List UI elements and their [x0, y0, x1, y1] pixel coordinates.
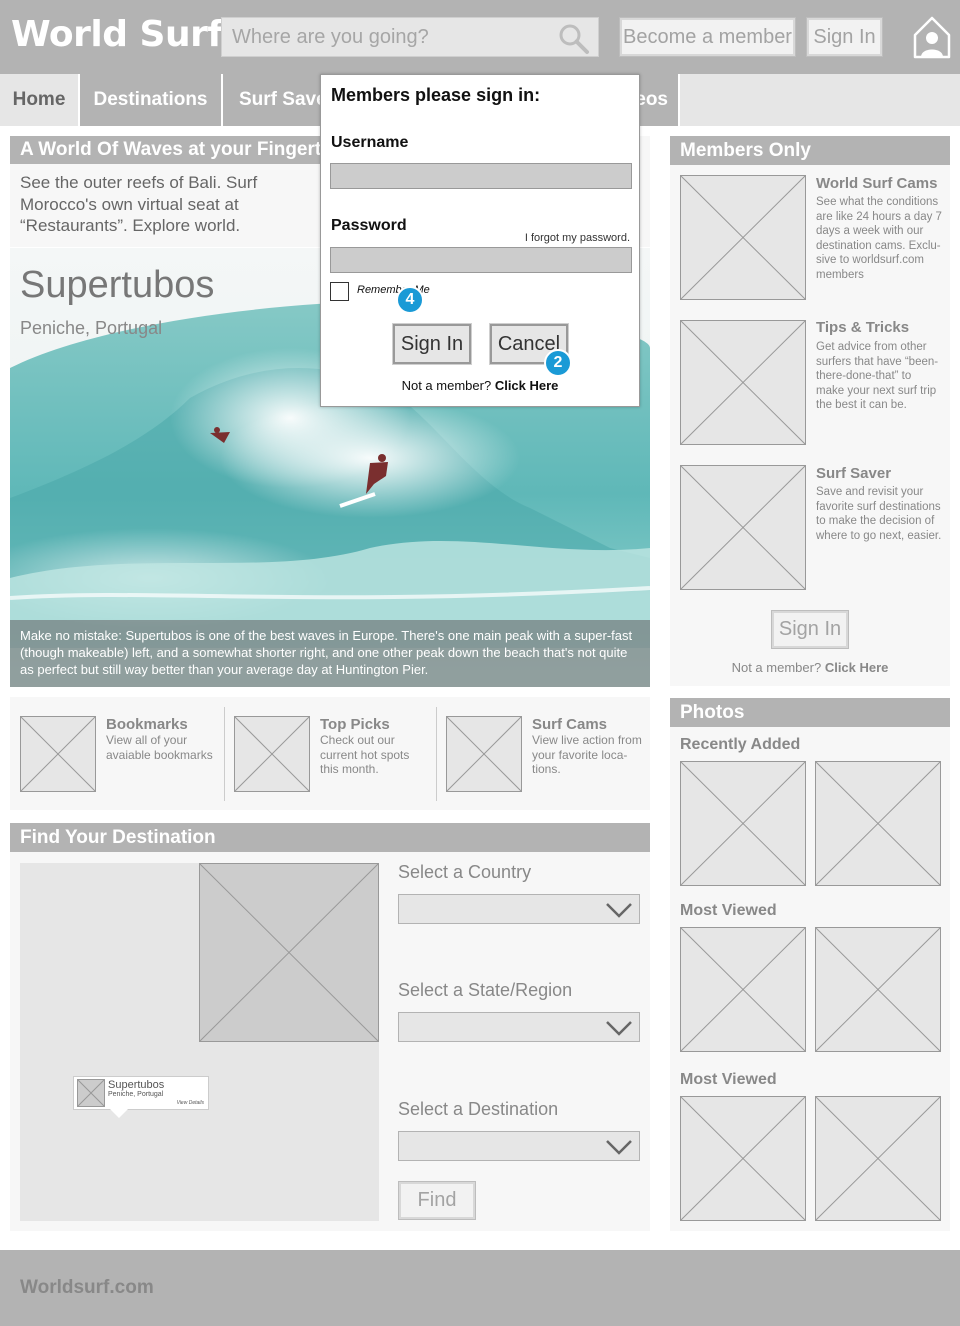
tips-tricks-desc: Get advice from other surfers that have …: [816, 341, 939, 411]
most-viewed-heading: Most Viewed: [680, 902, 777, 919]
tips-tricks-title[interactable]: Tips & Tricks: [816, 319, 909, 336]
footer-site-name[interactable]: Worldsurf.com: [20, 1277, 154, 1299]
sidebar-not-member-text: Not a member?: [731, 660, 822, 675]
map-pin-thumbnail: [77, 1079, 105, 1107]
sidebar-click-here-link[interactable]: Click Here: [825, 660, 889, 675]
map-pin-pointer-icon: [110, 1109, 128, 1118]
search-input[interactable]: [222, 18, 552, 56]
become-member-button[interactable]: Become a member: [619, 17, 796, 57]
hero-caption: Make no mistake: Supertubos is one of th…: [10, 620, 650, 687]
search-icon[interactable]: [558, 23, 590, 55]
most-viewed-heading: Most Viewed: [680, 1071, 777, 1088]
intro-title: A World Of Waves at your Fingertips: [10, 136, 340, 164]
annotation-badge: 2: [544, 349, 572, 377]
world-surf-cams-desc: See what the conditions are like 24 hour…: [816, 196, 942, 281]
bookmarks-title[interactable]: Bookmarks: [106, 716, 188, 733]
hero-subtitle: Peniche, Portugal: [20, 318, 163, 338]
map-pin-details-link[interactable]: View Details: [177, 1100, 204, 1106]
modal-sign-in-button[interactable]: Sign In: [392, 323, 472, 365]
photo-thumbnail[interactable]: [680, 927, 806, 1052]
bookmarks-thumbnail[interactable]: [20, 716, 96, 792]
map-pin-card[interactable]: Supertubos Peniche, Portugal View Detail…: [73, 1076, 209, 1110]
map-pin-name: Supertubos: [108, 1079, 165, 1091]
photos-title: Photos: [670, 698, 950, 727]
bookmarks-desc: View all of your avaiable bookmarks: [106, 733, 213, 762]
destination-select[interactable]: [398, 1131, 640, 1161]
photo-thumbnail[interactable]: [815, 927, 941, 1052]
header: World Surf Become a member Sign In: [0, 0, 960, 74]
chevron-down-icon: [606, 1021, 632, 1036]
sign-in-modal: Members please sign in: Username Passwor…: [320, 74, 640, 407]
username-field[interactable]: [330, 163, 632, 189]
password-field[interactable]: [330, 247, 632, 273]
photo-thumbnail[interactable]: [815, 761, 941, 886]
footer: Worldsurf.com: [0, 1250, 960, 1326]
tips-tricks-thumbnail[interactable]: [680, 320, 806, 445]
top-picks-title[interactable]: Top Picks: [320, 716, 390, 733]
surf-cams-title[interactable]: Surf Cams: [532, 716, 607, 733]
modal-not-member-text: Not a member?: [401, 378, 492, 393]
surf-saver-thumbnail[interactable]: [680, 465, 806, 590]
state-select[interactable]: [398, 1012, 640, 1042]
photo-thumbnail[interactable]: [680, 761, 806, 886]
modal-not-member: Not a member? Click Here: [321, 378, 639, 393]
site-logo[interactable]: World Surf: [11, 14, 223, 55]
modal-title: Members please sign in:: [331, 85, 541, 105]
top-picks-desc: Check out our current hot spots this mon…: [320, 733, 410, 776]
photo-thumbnail[interactable]: [680, 1096, 806, 1221]
country-label: Select a Country: [398, 862, 532, 882]
sidebar-not-member: Not a member? Click Here: [670, 660, 950, 675]
recently-added-heading: Recently Added: [680, 736, 801, 753]
nav-item-destinations[interactable]: Destinations: [80, 74, 223, 126]
hero-title: Supertubos: [20, 264, 215, 306]
chevron-down-icon: [606, 1140, 632, 1155]
surf-cams-desc: View live action from your favorite loca…: [532, 733, 642, 776]
state-label: Select a State/Region: [398, 980, 573, 1000]
nav-filler: [680, 74, 960, 126]
destination-label: Select a Destination: [398, 1099, 559, 1119]
nav-item-home[interactable]: Home: [0, 74, 80, 126]
divider: [436, 707, 437, 801]
top-picks-thumbnail[interactable]: [234, 716, 310, 792]
find-button[interactable]: Find: [398, 1181, 476, 1220]
forgot-password-link[interactable]: I forgot my password.: [525, 232, 630, 244]
header-sign-in-button[interactable]: Sign In: [806, 17, 883, 57]
world-surf-cams-title[interactable]: World Surf Cams: [816, 175, 937, 192]
remember-me-checkbox[interactable]: [330, 282, 349, 301]
intro-text: See the outer reefs of Bali. Surf Morocc…: [20, 173, 258, 235]
modal-click-here-link[interactable]: Click Here: [495, 378, 559, 393]
search-box: [221, 17, 599, 57]
annotation-badge: 4: [396, 286, 424, 314]
username-label: Username: [331, 134, 409, 151]
password-label: Password: [331, 217, 407, 234]
chevron-down-icon: [606, 903, 632, 918]
members-title: Members Only: [670, 136, 950, 165]
country-select[interactable]: [398, 894, 640, 924]
world-surf-cams-thumbnail[interactable]: [680, 175, 806, 300]
surf-saver-title[interactable]: Surf Saver: [816, 465, 891, 482]
sidebar-sign-in-button[interactable]: Sign In: [771, 610, 849, 649]
surf-cams-thumbnail[interactable]: [446, 716, 522, 792]
divider: [224, 707, 225, 801]
find-destination-title: Find Your Destination: [10, 823, 650, 852]
map-image-placeholder: [199, 863, 379, 1042]
photo-thumbnail[interactable]: [815, 1096, 941, 1221]
home-profile-icon[interactable]: [912, 13, 952, 61]
map-pin-place: Peniche, Portugal: [108, 1091, 164, 1098]
surf-saver-desc: Save and revisit your favorite surf dest…: [816, 486, 942, 542]
